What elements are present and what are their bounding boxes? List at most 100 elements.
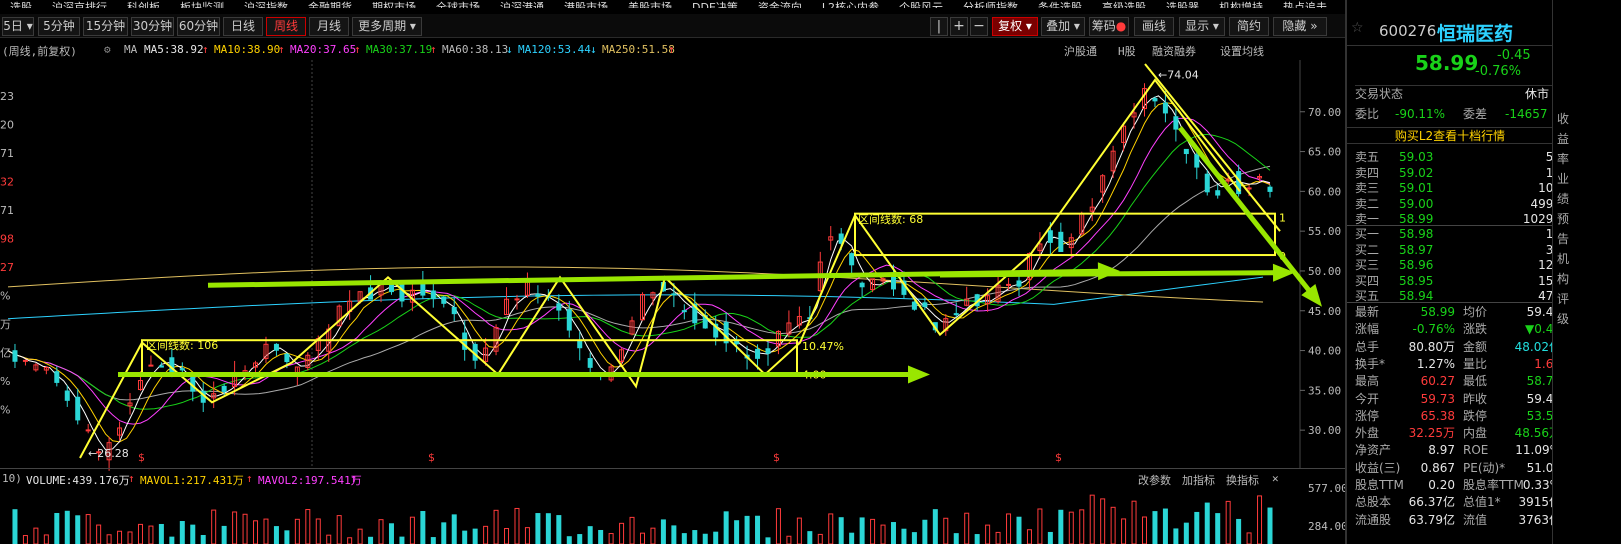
price-chart[interactable]: 区间线数: 106区间线数: 6810.47%4.00←26.28←74.041… xyxy=(0,0,1395,544)
book-price: 58.97 xyxy=(1399,242,1434,257)
weibi-label: 委比 xyxy=(1355,107,1380,121)
ask-row[interactable]: 卖二 59.00 4993 xyxy=(1355,196,1561,213)
book-level-label: 卖二 xyxy=(1355,196,1380,211)
volume-bar xyxy=(378,519,384,544)
volume-bar xyxy=(775,508,781,544)
book-level-label: 卖四 xyxy=(1355,165,1380,180)
bid-row[interactable]: 买一58.9819 xyxy=(1355,226,1561,243)
volume-bar xyxy=(514,507,520,544)
volume-bar xyxy=(1110,506,1116,544)
volume-bar xyxy=(368,536,374,544)
candle-body xyxy=(1058,231,1064,252)
volume-bar xyxy=(1215,513,1221,544)
stat-value: 65.38 xyxy=(1420,408,1455,423)
volume-bar xyxy=(1037,508,1043,544)
stat-row: 总股本 66.37亿 总值1* 3915亿 xyxy=(1355,494,1561,511)
left-edge-label: 98 xyxy=(0,233,14,246)
book-level-label: 卖三 xyxy=(1355,181,1380,196)
stat-value: 0.867 xyxy=(1420,460,1455,475)
stat-label: 内盘 xyxy=(1463,426,1488,441)
ma120-line xyxy=(7,276,1264,320)
bid-row[interactable]: 买二58.9733 xyxy=(1355,242,1561,259)
volume-bar xyxy=(242,513,248,544)
side-tab-label[interactable]: 构 xyxy=(1557,270,1569,287)
candle-body xyxy=(1006,283,1012,286)
stat-label: 换手* xyxy=(1355,356,1386,371)
close-pane-icon[interactable]: ✕ xyxy=(1272,472,1279,485)
volume-bar xyxy=(598,529,604,544)
volume-bar xyxy=(1047,531,1053,544)
add-indicator-button[interactable]: 加指标 xyxy=(1182,472,1215,488)
price-change: -0.45 xyxy=(1497,48,1531,63)
volume-bar xyxy=(1006,513,1012,544)
stat-label: 净资产 xyxy=(1355,443,1392,458)
volume-bar xyxy=(263,518,269,544)
side-tab-label[interactable]: 率 xyxy=(1557,150,1569,167)
candle-body xyxy=(420,282,426,296)
volume-bar xyxy=(681,533,687,544)
volume-bar xyxy=(211,509,217,544)
volume-bar xyxy=(85,514,91,544)
stat-label: 股息率TTM xyxy=(1463,478,1524,492)
ask-row[interactable]: 卖三 59.01 100 xyxy=(1355,180,1561,197)
change-params-button[interactable]: 改参数 xyxy=(1138,472,1171,488)
pattern-overlay: 区间线数: 106区间线数: 6810.47%4.00←26.28←74.041… xyxy=(79,63,1322,464)
y-tick-label: 45.00 xyxy=(1308,305,1341,318)
volume-bar xyxy=(96,524,102,544)
side-tab-label[interactable]: 绩 xyxy=(1557,190,1569,207)
book-level-label: 买二 xyxy=(1355,242,1380,257)
side-tab-label[interactable]: 收 xyxy=(1557,110,1569,127)
buy-l2-link[interactable]: 购买L2查看十档行情 xyxy=(1347,127,1553,144)
candle-body xyxy=(75,396,81,421)
side-tab-label[interactable]: 告 xyxy=(1557,230,1569,247)
side-tab-label[interactable]: 预 xyxy=(1557,210,1569,227)
volume-bar xyxy=(911,532,917,544)
volume-bar xyxy=(828,513,834,544)
volume-bar xyxy=(12,509,18,544)
side-tab-label[interactable]: 机 xyxy=(1557,250,1569,267)
volume-bar xyxy=(1194,511,1200,544)
left-edge-label: 万 xyxy=(0,318,11,331)
ask-row[interactable]: 卖五59.0355 xyxy=(1355,149,1561,166)
candle-body xyxy=(1215,190,1221,196)
buy-l2-label: 购买L2查看十档行情 xyxy=(1394,129,1506,143)
left-edge-label: 71 xyxy=(0,147,14,160)
volume-bar xyxy=(880,524,886,544)
star-icon[interactable]: ☆ xyxy=(1351,20,1364,36)
side-tab-label[interactable]: 益 xyxy=(1557,130,1569,147)
zigzag-pattern xyxy=(79,78,1241,459)
volume-bar xyxy=(33,527,39,544)
stock-app: 选股 沪深京排行 科创板 板块监测 沪深指数 金融期货 期权市场 全球市场 沪深港通 港股市场 美股… xyxy=(0,0,1621,544)
switch-indicator-button[interactable]: 换指标 xyxy=(1226,472,1259,488)
stat-label: 流值 xyxy=(1463,512,1488,527)
candle-body xyxy=(577,340,583,349)
stat-value: 0.20 xyxy=(1428,478,1455,492)
volume-bar xyxy=(890,522,896,544)
candle-body xyxy=(671,293,677,296)
ask-row[interactable]: 卖四59.0216 xyxy=(1355,165,1561,182)
y-tick-label: 70.00 xyxy=(1308,106,1341,119)
volume-bar xyxy=(1173,528,1179,544)
volume-bar xyxy=(190,524,196,544)
candle-body xyxy=(85,429,91,432)
left-edge-label: % xyxy=(0,404,10,417)
bid-row[interactable]: 买三 58.96 124 xyxy=(1355,257,1561,274)
stat-row: 涨幅 -0.76% 涨跌 ▼0.45 xyxy=(1355,321,1561,338)
candle-body xyxy=(1267,186,1273,192)
stat-value: 32.25万 xyxy=(1408,426,1455,441)
stat-row: 外盘 32.25万 内盘 48.56万 xyxy=(1355,425,1561,442)
bid-row[interactable]: 买四 58.95 151 xyxy=(1355,273,1561,290)
y-tick-label: 40.00 xyxy=(1308,345,1341,358)
volume-bar xyxy=(566,536,572,544)
candle-body xyxy=(1183,148,1189,155)
side-tab-label[interactable]: 业 xyxy=(1557,170,1569,187)
volume-bar xyxy=(608,533,614,544)
side-tab-label[interactable]: 级 xyxy=(1557,310,1569,327)
volume-bar xyxy=(734,520,740,544)
side-tab-label[interactable]: 评 xyxy=(1557,290,1569,307)
left-edge-label: 27 xyxy=(0,261,14,274)
volume-bar xyxy=(232,511,238,544)
y-tick-label: 55.00 xyxy=(1308,225,1341,238)
stat-label: 流通股 xyxy=(1355,512,1392,527)
book-level-label: 买三 xyxy=(1355,258,1380,273)
